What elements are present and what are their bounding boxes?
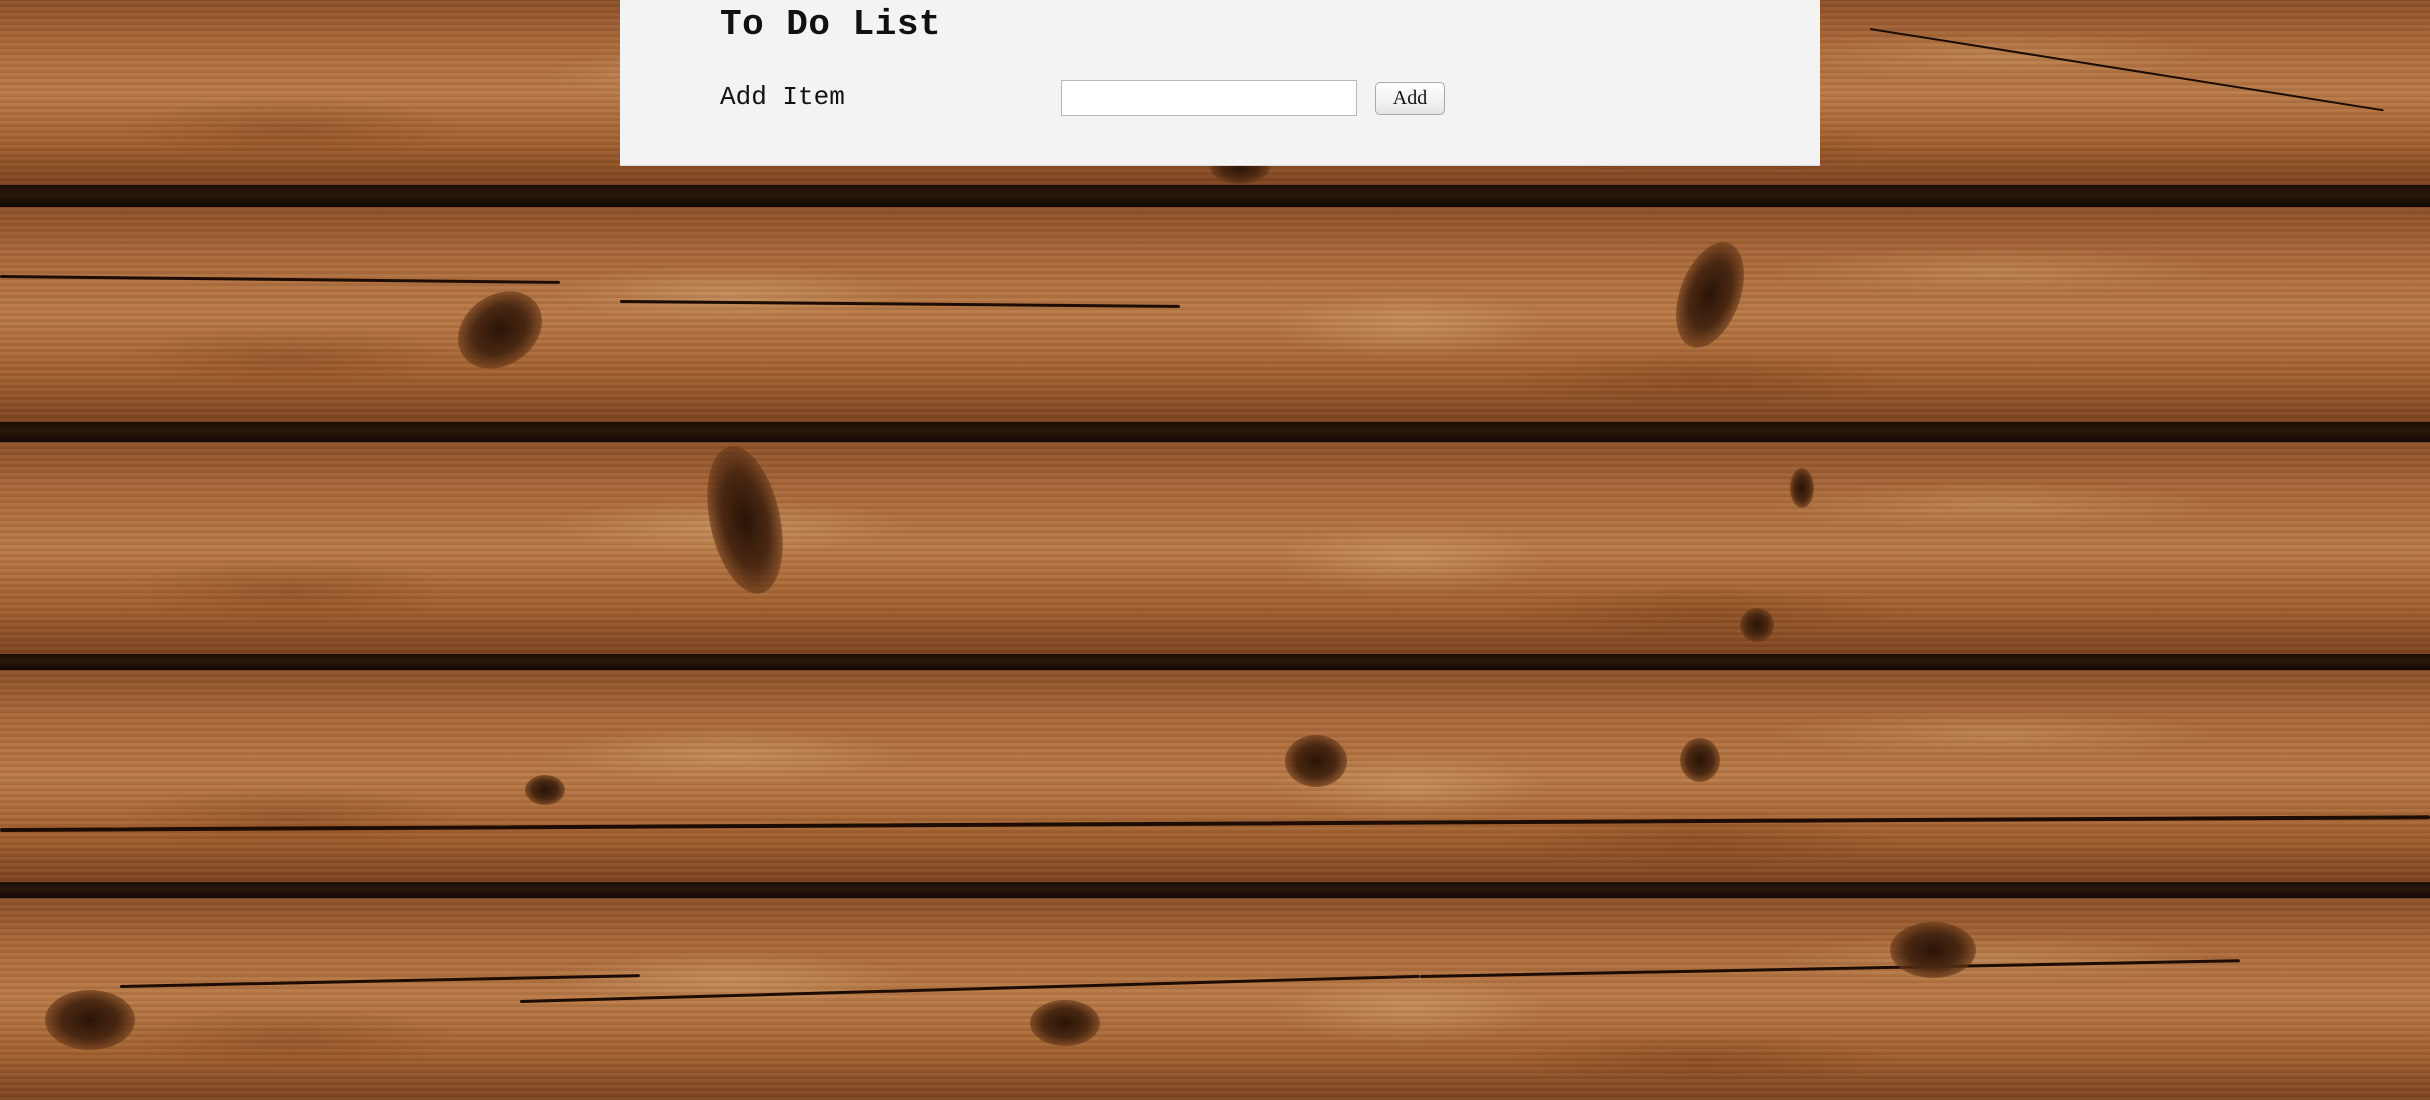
- wood-knot: [1790, 468, 1814, 508]
- plank-gap: [0, 422, 2430, 442]
- wood-plank: [0, 442, 2430, 654]
- wood-knot: [1285, 735, 1347, 787]
- wood-knot: [45, 990, 135, 1050]
- wood-plank: [0, 670, 2430, 882]
- wood-knot: [525, 775, 565, 805]
- wood-knot: [1030, 1000, 1100, 1046]
- add-item-label: Add Item: [720, 82, 845, 112]
- wood-knot: [1740, 608, 1774, 642]
- add-button[interactable]: Add: [1375, 82, 1445, 115]
- add-item-input[interactable]: [1061, 80, 1357, 116]
- wood-knot: [1890, 922, 1976, 978]
- wood-plank: [0, 898, 2430, 1100]
- plank-gap: [0, 185, 2430, 207]
- todo-panel: To Do List Add Item Add: [620, 0, 1820, 166]
- wood-plank: [0, 207, 2430, 422]
- add-item-row: Add Item Add: [720, 80, 1720, 120]
- plank-gap: [0, 654, 2430, 670]
- plank-gap: [0, 882, 2430, 898]
- page-title: To Do List: [720, 4, 942, 45]
- wood-knot: [1680, 738, 1720, 782]
